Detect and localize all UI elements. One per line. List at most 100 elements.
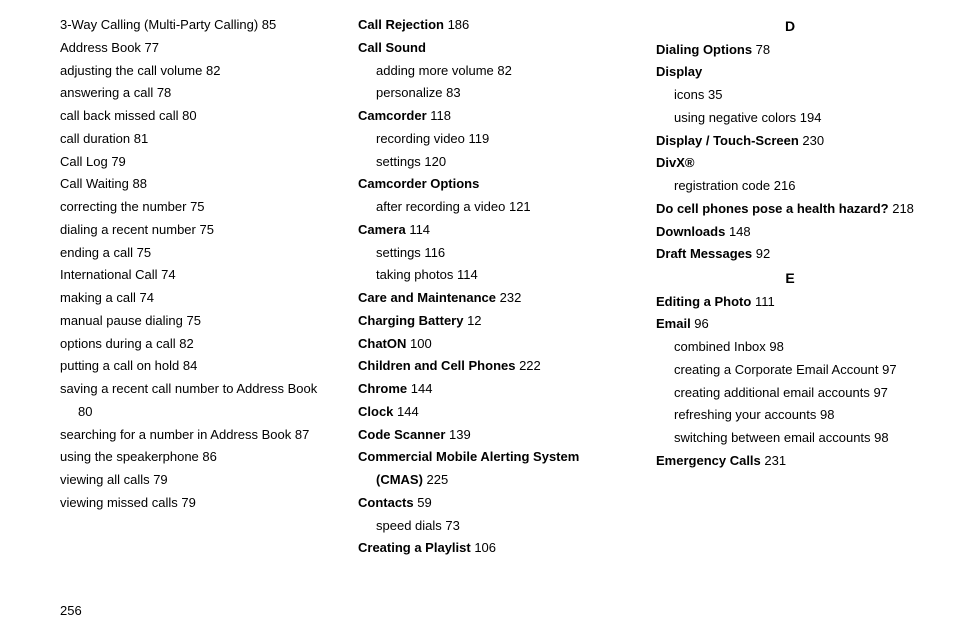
index-entry[interactable]: Chrome 144 [358,378,626,401]
index-entry[interactable]: Display / Touch-Screen 230 [656,130,924,153]
index-entry[interactable]: Children and Cell Phones 222 [358,355,626,378]
index-subentry[interactable]: personalize 83 [358,82,626,105]
entry-text: adjusting the call volume [60,63,202,78]
entry-text: call duration [60,131,130,146]
entry-text: ending a call [60,245,133,260]
entry-text: speed dials [376,518,442,533]
index-entry[interactable]: adjusting the call volume 82 [60,60,328,83]
index-subentry[interactable]: settings 120 [358,151,626,174]
page-ref: 100 [406,336,431,351]
index-subentry[interactable]: creating a Corporate Email Account 97 [656,359,924,382]
page-ref: 97 [879,362,897,377]
page-ref: 232 [496,290,521,305]
index-subentry[interactable]: switching between email accounts 98 [656,427,924,450]
index-entry[interactable]: viewing all calls 79 [60,469,328,492]
index-entry[interactable]: call back missed call 80 [60,105,328,128]
index-entry[interactable]: dialing a recent number 75 [60,219,328,242]
index-entry[interactable]: Commercial Mobile Alerting System (CMAS)… [358,446,626,492]
entry-text: International Call [60,267,158,282]
index-entry[interactable]: Call Waiting 88 [60,173,328,196]
entry-text: Call Sound [358,40,426,55]
entry-text: Display [656,64,702,79]
index-entry[interactable]: Call Sound [358,37,626,60]
index-entry[interactable]: searching for a number in Address Book 8… [60,424,328,447]
index-entry[interactable]: call duration 81 [60,128,328,151]
index-subentry[interactable]: registration code 216 [656,175,924,198]
index-entry[interactable]: Address Book 77 [60,37,328,60]
index-subentry[interactable]: taking photos 114 [358,264,626,287]
page-ref: 75 [186,199,204,214]
index-entry[interactable]: Call Rejection 186 [358,14,626,37]
page-ref: 225 [423,472,448,487]
page-ref: 85 [258,17,276,32]
index-entry[interactable]: Clock 144 [358,401,626,424]
entry-text: viewing all calls [60,472,150,487]
page-ref: 116 [421,245,445,260]
column-3: DDialing Options 78 Display icons 35using … [656,14,924,636]
index-entry[interactable]: Dialing Options 78 [656,39,924,62]
index-subentry[interactable]: settings 116 [358,242,626,265]
index-entry[interactable]: DivX® [656,152,924,175]
index-subentry[interactable]: recording video 119 [358,128,626,151]
index-entry[interactable]: options during a call 82 [60,333,328,356]
entry-text: registration code [674,178,770,193]
column-2: Call Rejection 186 Call Sound adding more … [358,14,626,636]
page-ref: 218 [889,201,914,216]
page-ref: 98 [871,430,889,445]
index-entry[interactable]: 3-Way Calling (Multi-Party Calling) 85 [60,14,328,37]
section-heading: D [656,14,924,39]
entry-text: creating additional email accounts [674,385,870,400]
index-subentry[interactable]: after recording a video 121 [358,196,626,219]
index-entry[interactable]: International Call 74 [60,264,328,287]
index-entry[interactable]: Creating a Playlist 106 [358,537,626,560]
index-entry[interactable]: Emergency Calls 231 [656,450,924,473]
index-entry[interactable]: Camcorder 118 [358,105,626,128]
index-entry[interactable]: Downloads 148 [656,221,924,244]
index-entry[interactable]: Editing a Photo 111 [656,291,924,314]
page-ref: 118 [427,108,451,123]
entry-text: combined Inbox [674,339,766,354]
index-entry[interactable]: ChatON 100 [358,333,626,356]
index-entry[interactable]: Charging Battery 12 [358,310,626,333]
index-entry[interactable]: Care and Maintenance 232 [358,287,626,310]
index-subentry[interactable]: refreshing your accounts 98 [656,404,924,427]
page-ref: 79 [108,154,126,169]
index-entry[interactable]: manual pause dialing 75 [60,310,328,333]
index-entry[interactable]: Code Scanner 139 [358,424,626,447]
index-entry[interactable]: saving a recent call number to Address B… [60,378,328,424]
page-ref: 82 [202,63,220,78]
index-entry[interactable]: using the speakerphone 86 [60,446,328,469]
index-entry[interactable]: viewing missed calls 79 [60,492,328,515]
index-subentry[interactable]: creating additional email accounts 97 [656,382,924,405]
entry-text: searching for a number in Address Book [60,427,291,442]
index-subentry[interactable]: icons 35 [656,84,924,107]
entry-text: personalize [376,85,443,100]
entry-text: Emergency Calls [656,453,761,468]
page-ref: 75 [183,313,201,328]
entry-text: Creating a Playlist [358,540,471,555]
index-entry[interactable]: ending a call 75 [60,242,328,265]
page-ref: 79 [178,495,196,510]
page-ref: 87 [291,427,309,442]
index-entry[interactable]: making a call 74 [60,287,328,310]
index-entry[interactable]: Draft Messages 92 [656,243,924,266]
page-ref: 222 [515,358,540,373]
index-entry[interactable]: answering a call 78 [60,82,328,105]
entry-text: Commercial Mobile Alerting System (CMAS) [358,449,579,487]
index-entry[interactable]: Camcorder Options [358,173,626,196]
index-subentry[interactable]: speed dials 73 [358,515,626,538]
page-ref: 84 [179,358,197,373]
entry-text: creating a Corporate Email Account [674,362,879,377]
entry-text: answering a call [60,85,153,100]
index-entry[interactable]: correcting the number 75 [60,196,328,219]
index-subentry[interactable]: using negative colors 194 [656,107,924,130]
index-entry[interactable]: Email 96 [656,313,924,336]
index-entry[interactable]: putting a call on hold 84 [60,355,328,378]
index-entry[interactable]: Camera 114 [358,219,626,242]
index-entry[interactable]: Call Log 79 [60,151,328,174]
index-subentry[interactable]: adding more volume 82 [358,60,626,83]
index-subentry[interactable]: combined Inbox 98 [656,336,924,359]
index-entry[interactable]: Display [656,61,924,84]
index-entry[interactable]: Do cell phones pose a health hazard? 218 [656,198,924,221]
index-entry[interactable]: Contacts 59 [358,492,626,515]
